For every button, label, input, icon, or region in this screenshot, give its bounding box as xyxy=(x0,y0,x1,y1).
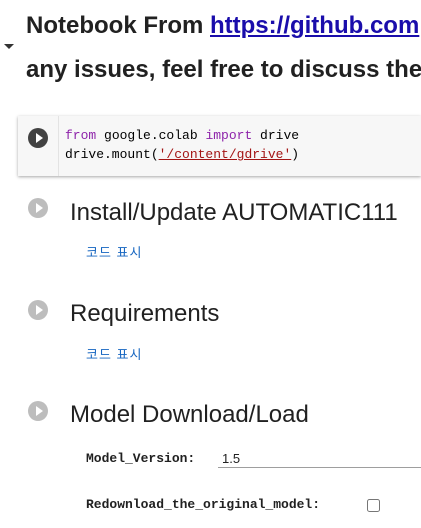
section-title-install: Install/Update AUTOMATIC111 xyxy=(70,199,398,226)
show-code-link-requirements[interactable]: 코드 표시 xyxy=(86,344,142,363)
string-arg: '/content/gdrive' xyxy=(158,147,292,162)
import-target: drive xyxy=(252,128,300,143)
run-cell-button[interactable] xyxy=(28,128,48,148)
call-prefix: drive.mount( xyxy=(65,147,159,162)
collapse-toggle-icon[interactable] xyxy=(4,44,14,49)
keyword-from: from xyxy=(65,128,97,143)
run-section-model-button[interactable] xyxy=(28,401,48,421)
code-line-1: from google.colab import drive xyxy=(65,128,299,143)
show-code-link-install[interactable]: 코드 표시 xyxy=(86,242,142,261)
code-line-2: drive.mount('/content/gdrive') xyxy=(65,147,299,162)
section-title-model: Model Download/Load xyxy=(70,401,309,428)
redownload-label: Redownload_the_original_model: xyxy=(86,497,321,512)
heading-line2: any issues, feel free to discuss the xyxy=(26,56,421,83)
section-title-requirements: Requirements xyxy=(70,300,220,327)
model-version-label: Model_Version: xyxy=(86,451,196,466)
heading-prefix: Notebook From xyxy=(26,12,210,39)
module-name: google.colab xyxy=(96,128,206,143)
keyword-import: import xyxy=(205,128,253,143)
github-link[interactable]: https://github.com xyxy=(210,12,419,39)
run-section-requirements-button[interactable] xyxy=(28,300,48,320)
heading-line1: Notebook From https://github.com xyxy=(26,12,419,40)
run-section-install-button[interactable] xyxy=(28,198,48,218)
call-suffix: ) xyxy=(291,147,300,162)
model-version-input[interactable] xyxy=(218,449,421,468)
code-editor[interactable]: from google.colab import drive drive.mou… xyxy=(58,116,421,176)
redownload-checkbox[interactable] xyxy=(367,499,380,512)
code-cell: from google.colab import drive drive.mou… xyxy=(18,116,421,176)
